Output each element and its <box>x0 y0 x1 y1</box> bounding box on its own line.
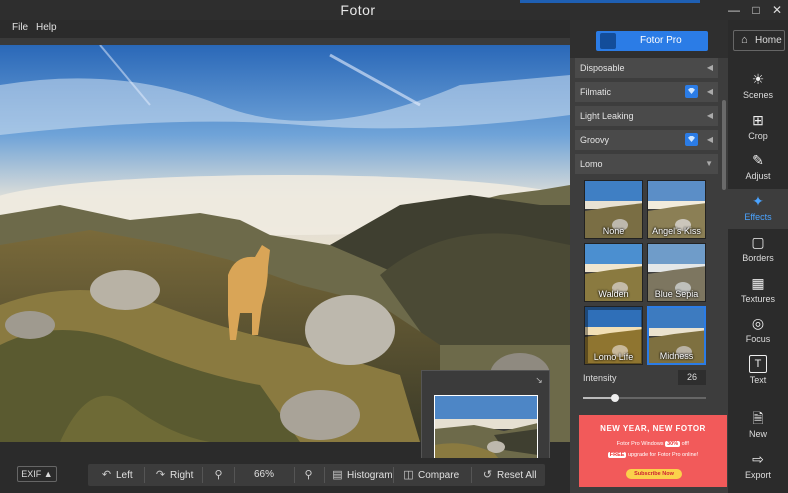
separator <box>144 467 145 483</box>
diamond-icon <box>685 85 698 98</box>
zoom-in-button[interactable]: ⚲ <box>302 464 318 486</box>
app-title: Fotor <box>340 2 376 18</box>
chevron-left-icon: ◀ <box>706 63 713 72</box>
effects-panel: Fotor Pro Disposable ◀ Filmatic ◀ Light … <box>570 20 728 493</box>
tool-textures[interactable]: ▦ Textures <box>728 271 788 311</box>
rotate-right-button[interactable]: ↷ Right <box>154 464 193 486</box>
zoom-out-button[interactable]: ⚲ <box>212 464 228 486</box>
tool-scenes[interactable]: ☀ Scenes <box>728 67 788 107</box>
chevron-left-icon: ◀ <box>706 135 713 144</box>
chevron-left-icon: ◀ <box>706 87 713 96</box>
tool-rail: ⌂ Home ☀ Scenes ⊞ Crop ✎ Adjust ✦ Effect… <box>728 20 788 493</box>
tool-focus[interactable]: ◎ Focus <box>728 311 788 351</box>
intensity-slider-handle[interactable] <box>610 394 619 402</box>
compare-button[interactable]: ◫ Compare <box>402 464 459 486</box>
chevron-down-icon: ▼ <box>705 159 713 168</box>
pencil-icon: ✎ <box>752 152 764 168</box>
sparkle-icon: ✦ <box>752 193 764 209</box>
category-light-leaking[interactable]: Light Leaking ◀ <box>575 106 718 126</box>
tool-crop[interactable]: ⊞ Crop <box>728 108 788 148</box>
zoom-out-icon: ⚲ <box>214 469 223 481</box>
rotate-left-button[interactable]: ↶ Left <box>100 464 133 486</box>
effect-thumb-none[interactable]: None <box>584 180 643 239</box>
promo-line-discount: Fotor Pro Windows 30% off! <box>616 441 690 447</box>
promo-line-free: FREE upgrade for Fotor Pro online! <box>607 452 699 458</box>
tool-text[interactable]: T Text <box>728 352 788 392</box>
menu-bar: File Help <box>0 20 570 38</box>
bottom-toolbar: EXIF ▲ ↶ Left ↷ Right ⚲ 66% ⚲ ▤ Histogram <box>0 458 570 493</box>
diamond-icon <box>600 33 616 49</box>
reset-icon: ↺ <box>482 469 493 481</box>
zoom-level: 66% <box>254 469 275 480</box>
collapse-icon[interactable]: ↘ <box>533 374 545 386</box>
category-lomo[interactable]: Lomo ▼ <box>575 154 718 174</box>
histogram-icon: ▤ <box>332 469 343 481</box>
title-bar: Fotor — □ ✕ <box>0 0 788 20</box>
separator <box>202 467 203 483</box>
exif-button[interactable]: EXIF ▲ <box>17 466 57 482</box>
menu-help[interactable]: Help <box>36 22 57 33</box>
subscribe-now-button[interactable]: Subscribe Now <box>626 469 682 479</box>
rotate-right-icon: ↷ <box>155 469 166 481</box>
effect-thumbnails: None Angel's Kiss Walden Blue Sepia Lomo… <box>584 180 708 368</box>
diamond-icon <box>685 133 698 146</box>
frame-icon: ▢ <box>751 234 765 250</box>
minimize-icon[interactable]: — <box>723 0 745 20</box>
fotor-pro-button[interactable]: Fotor Pro <box>596 31 708 51</box>
separator <box>294 467 295 483</box>
text-icon: T <box>749 355 767 373</box>
export-icon: ⇨ <box>752 451 764 467</box>
effect-thumb-lomo-life[interactable]: Lomo Life <box>584 306 643 365</box>
separator <box>324 467 325 483</box>
tool-adjust[interactable]: ✎ Adjust <box>728 148 788 188</box>
reset-all-button[interactable]: ↺ Reset All <box>481 464 537 486</box>
separator <box>393 467 394 483</box>
close-icon[interactable]: ✕ <box>766 0 788 20</box>
home-icon: ⌂ <box>741 34 748 46</box>
tool-effects[interactable]: ✦ Effects <box>728 189 788 229</box>
navigator-viewport-frame[interactable] <box>434 395 538 465</box>
view-tools-group: ↶ Left ↷ Right ⚲ 66% ⚲ ▤ Histogram ◫ Compare <box>88 464 545 486</box>
intensity-value-field[interactable]: 26 <box>678 370 706 385</box>
effect-thumb-walden[interactable]: Walden <box>584 243 643 302</box>
home-button[interactable]: ⌂ Home <box>733 30 785 51</box>
tool-borders[interactable]: ▢ Borders <box>728 230 788 270</box>
editing-canvas[interactable]: ↘ <box>0 38 570 475</box>
category-filmatic[interactable]: Filmatic ◀ <box>575 82 718 102</box>
intensity-label: Intensity <box>583 373 617 383</box>
panel-scrollbar[interactable] <box>722 100 726 190</box>
chevron-left-icon: ◀ <box>706 111 713 120</box>
checker-icon: ▦ <box>751 275 765 291</box>
zoom-in-icon: ⚲ <box>304 469 313 481</box>
sun-icon: ☀ <box>751 71 765 87</box>
effect-thumb-blue-sepia[interactable]: Blue Sepia <box>647 243 706 302</box>
menu-file[interactable]: File <box>12 22 28 33</box>
intensity-slider[interactable] <box>583 394 706 402</box>
fotor-window: Fotor — □ ✕ File Help ↘ EXIF ▲ ↶ Left ↷ … <box>0 0 788 493</box>
effect-thumb-angels-kiss[interactable]: Angel's Kiss <box>647 180 706 239</box>
promo-banner[interactable]: NEW YEAR, NEW FOTOR Fotor Pro Windows 30… <box>579 415 727 487</box>
target-icon: ◎ <box>751 315 765 331</box>
category-groovy[interactable]: Groovy ◀ <box>575 130 718 150</box>
maximize-icon[interactable]: □ <box>745 0 767 20</box>
effect-thumb-midness[interactable]: Midness <box>647 306 706 365</box>
category-disposable[interactable]: Disposable ◀ <box>575 58 718 78</box>
crop-icon: ⊞ <box>752 112 764 128</box>
tool-export[interactable]: ⇨ Export <box>728 447 788 487</box>
separator <box>234 467 235 483</box>
new-file-icon: 🗎 <box>752 410 764 426</box>
separator <box>471 467 472 483</box>
panel-header: Fotor Pro <box>570 20 728 58</box>
compare-icon: ◫ <box>403 469 414 481</box>
tool-new[interactable]: 🗎 New <box>728 406 788 446</box>
promo-title: NEW YEAR, NEW FOTOR <box>600 424 706 433</box>
rotate-left-icon: ↶ <box>101 469 112 481</box>
histogram-button[interactable]: ▤ Histogram <box>331 464 392 486</box>
